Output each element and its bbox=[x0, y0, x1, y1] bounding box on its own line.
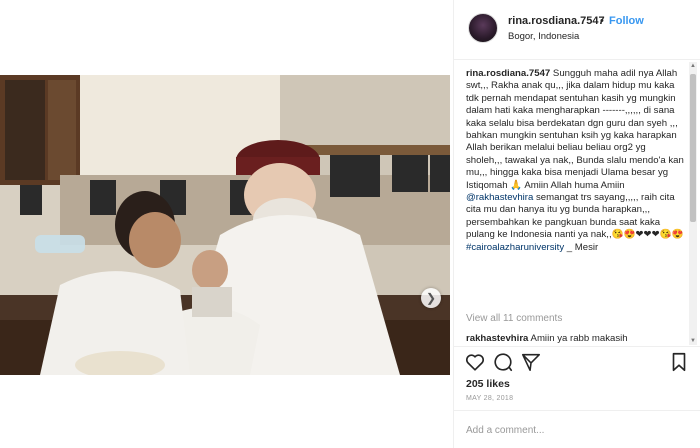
add-comment-input[interactable] bbox=[466, 422, 686, 438]
view-all-comments-link[interactable]: View all 11 comments bbox=[466, 313, 562, 324]
post-header: rina.rosdiana.7547 • Follow Bogor, Indon… bbox=[454, 0, 700, 60]
caption-text: Sungguh maha adil nya Allah swt,,, Rakha… bbox=[466, 68, 684, 191]
separator-dot: • bbox=[600, 15, 604, 27]
action-bar bbox=[454, 346, 700, 376]
comment-icon[interactable] bbox=[492, 351, 514, 373]
caption-hashtag[interactable]: #cairoalazharuniversity bbox=[466, 242, 564, 253]
comment-text: Amiin ya rabb makasih bbox=[528, 333, 628, 344]
bookmark-icon[interactable] bbox=[668, 351, 690, 373]
chevron-right-icon[interactable]: ❯ bbox=[421, 288, 441, 308]
post-date: MAY 28, 2018 bbox=[466, 395, 514, 402]
avatar[interactable] bbox=[468, 13, 498, 43]
post-sidebar: rina.rosdiana.7547 • Follow Bogor, Indon… bbox=[453, 0, 700, 448]
comment-username[interactable]: rakhastevhira bbox=[466, 333, 528, 344]
comment-item: rakhastevhira Amiin ya rabb makasih bbox=[466, 333, 684, 345]
comments-scrollbar[interactable]: ▲ ▼ bbox=[689, 62, 697, 345]
likes-count[interactable]: 205 likes bbox=[466, 378, 510, 390]
scroll-thumb[interactable] bbox=[690, 74, 696, 222]
add-comment-section bbox=[454, 410, 700, 448]
scroll-down-arrow-icon[interactable]: ▼ bbox=[689, 337, 697, 345]
header-username[interactable]: rina.rosdiana.7547 bbox=[508, 15, 605, 27]
caption-username[interactable]: rina.rosdiana.7547 bbox=[466, 68, 550, 79]
share-icon[interactable] bbox=[520, 351, 542, 373]
caption-mention[interactable]: @rakhastevhira bbox=[466, 192, 533, 203]
follow-button[interactable]: Follow bbox=[609, 15, 644, 27]
caption-text-3: _ Mesir bbox=[564, 241, 599, 253]
scroll-up-arrow-icon[interactable]: ▲ bbox=[689, 62, 697, 70]
post-photo[interactable]: ❯ bbox=[0, 75, 450, 375]
photo-illustration bbox=[0, 75, 450, 375]
heart-icon[interactable] bbox=[464, 351, 486, 373]
caption: rina.rosdiana.7547 Sungguh maha adil nya… bbox=[466, 68, 684, 254]
location-link[interactable]: Bogor, Indonesia bbox=[508, 31, 579, 42]
